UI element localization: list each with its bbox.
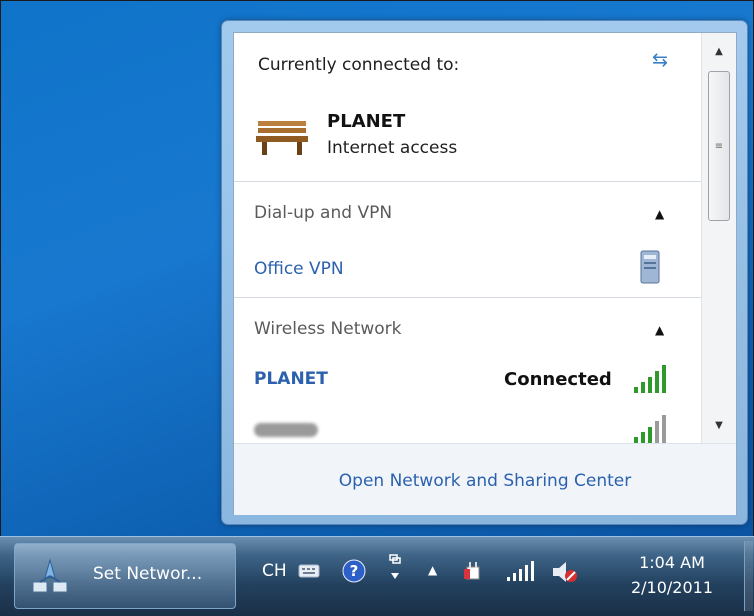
language-bar-options-icon[interactable] xyxy=(386,553,404,587)
power-plug-icon[interactable] xyxy=(462,559,484,585)
scroll-thumb[interactable]: ≡ xyxy=(708,71,730,221)
network-setup-icon xyxy=(32,558,68,593)
help-icon[interactable]: ? xyxy=(342,559,366,583)
divider xyxy=(234,181,702,182)
hidden-network-name[interactable] xyxy=(254,423,318,437)
svg-text:?: ? xyxy=(350,562,359,580)
connected-to-label: Currently connected to: xyxy=(258,55,460,75)
section-header-dialup-vpn[interactable]: Dial-up and VPN xyxy=(254,203,392,223)
flyout-footer: Open Network and Sharing Center xyxy=(234,443,736,515)
vpn-item-office-vpn[interactable]: Office VPN xyxy=(254,259,344,279)
keyboard-icon[interactable] xyxy=(298,561,320,579)
collapse-caret-icon[interactable]: ▲ xyxy=(655,207,664,221)
volume-muted-icon[interactable] xyxy=(550,559,580,585)
network-list: Currently connected to: ⇆ PLANET Interne… xyxy=(234,33,702,443)
current-network-status: Internet access xyxy=(327,138,458,158)
signal-strength-icon xyxy=(634,415,666,443)
taskbar-app-label: Set Networ... xyxy=(93,564,203,584)
clock-date[interactable]: 2/10/2011 xyxy=(612,578,732,597)
collapse-caret-icon[interactable]: ▲ xyxy=(655,323,664,337)
vertical-scrollbar[interactable]: ▲ ≡ ▼ xyxy=(701,33,736,443)
show-desktop-button[interactable] xyxy=(744,541,753,611)
wireless-signal-icon[interactable] xyxy=(505,559,537,583)
clock-time[interactable]: 1:04 AM xyxy=(612,553,732,572)
divider xyxy=(234,297,702,298)
section-header-wireless[interactable]: Wireless Network xyxy=(254,319,402,339)
open-network-sharing-center-link[interactable]: Open Network and Sharing Center xyxy=(234,471,736,491)
scroll-down-icon[interactable]: ▼ xyxy=(702,413,736,437)
input-language-indicator[interactable]: CH xyxy=(262,561,287,581)
scroll-up-icon[interactable]: ▲ xyxy=(702,39,736,63)
refresh-icon[interactable]: ⇆ xyxy=(652,49,668,71)
wireless-item-planet[interactable]: PLANET xyxy=(254,369,328,389)
bench-icon xyxy=(256,121,308,155)
vpn-server-icon xyxy=(640,250,660,284)
flyout-panel: Currently connected to: ⇆ PLANET Interne… xyxy=(233,32,737,515)
current-network-name: PLANET xyxy=(327,111,406,132)
wireless-status-connected: Connected xyxy=(504,369,612,390)
show-hidden-icons-button[interactable]: ▲ xyxy=(428,563,437,577)
taskbar: Set Networ... CH ? ▲ 1:04 AM 2/10/2011 xyxy=(0,536,754,616)
taskbar-app-button[interactable]: Set Networ... xyxy=(14,543,236,609)
network-flyout: Currently connected to: ⇆ PLANET Interne… xyxy=(221,20,748,525)
signal-strength-icon xyxy=(634,365,666,393)
